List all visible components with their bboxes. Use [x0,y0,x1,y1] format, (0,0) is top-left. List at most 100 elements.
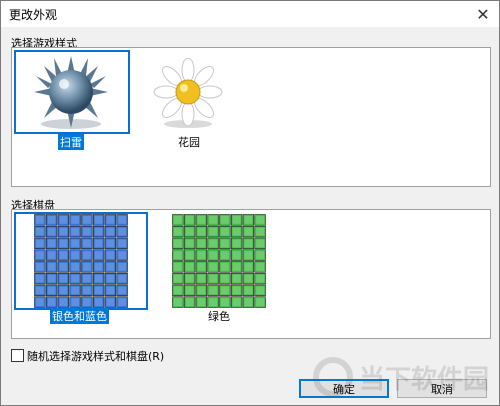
board-cell-highlight [36,286,44,295]
board-cell-highlight [106,227,115,236]
close-button[interactable]: ✕ [467,1,499,27]
board-cell-highlight [209,263,217,271]
random-checkbox[interactable] [11,349,24,362]
board-cell-highlight [71,251,79,259]
board-tile-green[interactable]: 绿色 [172,212,268,323]
board-cell-highlight [185,251,194,259]
mine-icon [34,56,108,129]
board-cell-highlight [256,227,264,236]
watermark-circle-icon [312,357,353,397]
change-appearance-dialog: 更改外观 ✕ 选择游戏样式 扫雷 花园 选择棋盘 银色和蓝色 绿色 随机选择游戏… [0,0,500,406]
board-cell-highlight [174,251,182,259]
board-cell-highlight [209,239,217,248]
board-cell-highlight [256,298,264,306]
board-cell-highlight [244,227,253,236]
board-cell-highlight [36,263,44,271]
board-tile-silver-blue[interactable]: 银色和蓝色 [14,212,150,324]
board-cell-highlight [94,227,103,236]
board-cell-highlight [47,286,56,295]
title-bar: 更改外观 ✕ [1,1,499,27]
board-cell-highlight [197,251,206,259]
board-cell-highlight [197,298,206,306]
board-cell-highlight [118,286,126,295]
board-cell-highlight [47,274,56,283]
board-cell-highlight [59,263,68,271]
board-cell-highlight [232,274,241,283]
board-cell-highlight [36,227,44,236]
board-cell-highlight [244,239,253,248]
board-cell-highlight [94,274,103,283]
board-cell-highlight [221,263,229,271]
board-cell-highlight [209,298,217,306]
board-cell-highlight [118,298,126,306]
board-cell-highlight [36,274,44,283]
board-cell-highlight [185,274,194,283]
board-cell-highlight [94,286,103,295]
board-cell-highlight [59,239,68,248]
board-cell-highlight [47,227,56,236]
board-cell-highlight [36,251,44,259]
style-tile-minesweeper[interactable]: 扫雷 [14,50,132,150]
board-cell-highlight [118,227,126,236]
board-cell-highlight [174,239,182,248]
board-cell-highlight [106,216,115,224]
board-cell-highlight [36,239,44,248]
board-cell-highlight [209,227,217,236]
board-cell-highlight [232,251,241,259]
board-cell-highlight [209,216,217,224]
board-cell-highlight [174,286,182,295]
board-cell-highlight [83,239,91,248]
board-cell-highlight [256,274,264,283]
board-cell-highlight [71,286,79,295]
board-cell-highlight [221,298,229,306]
board-cell-highlight [94,263,103,271]
board-cell-highlight [232,227,241,236]
board-cell-highlight [256,239,264,248]
board-caption-green: 绿色 [208,310,230,323]
style-caption-minesweeper: 扫雷 [58,134,84,150]
board-cell-highlight [185,239,194,248]
board-cell-highlight [244,251,253,259]
board-cell-highlight [256,263,264,271]
board-cell-highlight [47,263,56,271]
board-cell-highlight [83,251,91,259]
green-board-preview [172,214,266,308]
board-cell-highlight [197,227,206,236]
board-cell-highlight [106,251,115,259]
board-cell-highlight [59,251,68,259]
board-cell-highlight [244,274,253,283]
board-panel: 银色和蓝色 绿色 [11,209,491,339]
board-caption-silver-blue: 银色和蓝色 [50,308,109,324]
watermark-logo: 当下软件园 [312,357,489,397]
board-cell-highlight [83,286,91,295]
board-cell-highlight [174,216,182,224]
board-cell-highlight [94,216,103,224]
board-cell-highlight [185,227,194,236]
board-cell-highlight [197,286,206,295]
board-cell-highlight [118,251,126,259]
style-tile-garden[interactable]: 花园 [140,50,240,149]
board-cell-highlight [83,216,91,224]
board-cell-highlight [232,263,241,271]
board-cell-highlight [232,239,241,248]
board-cell-highlight [244,263,253,271]
random-option-label[interactable]: 随机选择游戏样式和棋盘(R) [27,348,164,364]
board-cell-highlight [106,298,115,306]
style-caption-garden: 花园 [178,136,200,149]
board-cell-highlight [94,251,103,259]
board-cell-highlight [174,227,182,236]
board-cell-highlight [256,286,264,295]
board-cell-highlight [59,298,68,306]
board-cell-highlight [106,286,115,295]
board-cell-highlight [71,227,79,236]
board-cell-highlight [83,298,91,306]
board-cell-highlight [118,216,126,224]
board-cell-highlight [47,251,56,259]
board-cell-highlight [83,227,91,236]
board-cell-highlight [83,274,91,283]
board-cell-highlight [36,298,44,306]
blue-board-preview [34,214,128,308]
board-cell-highlight [106,263,115,271]
board-cell-highlight [71,274,79,283]
board-cell-highlight [36,216,44,224]
